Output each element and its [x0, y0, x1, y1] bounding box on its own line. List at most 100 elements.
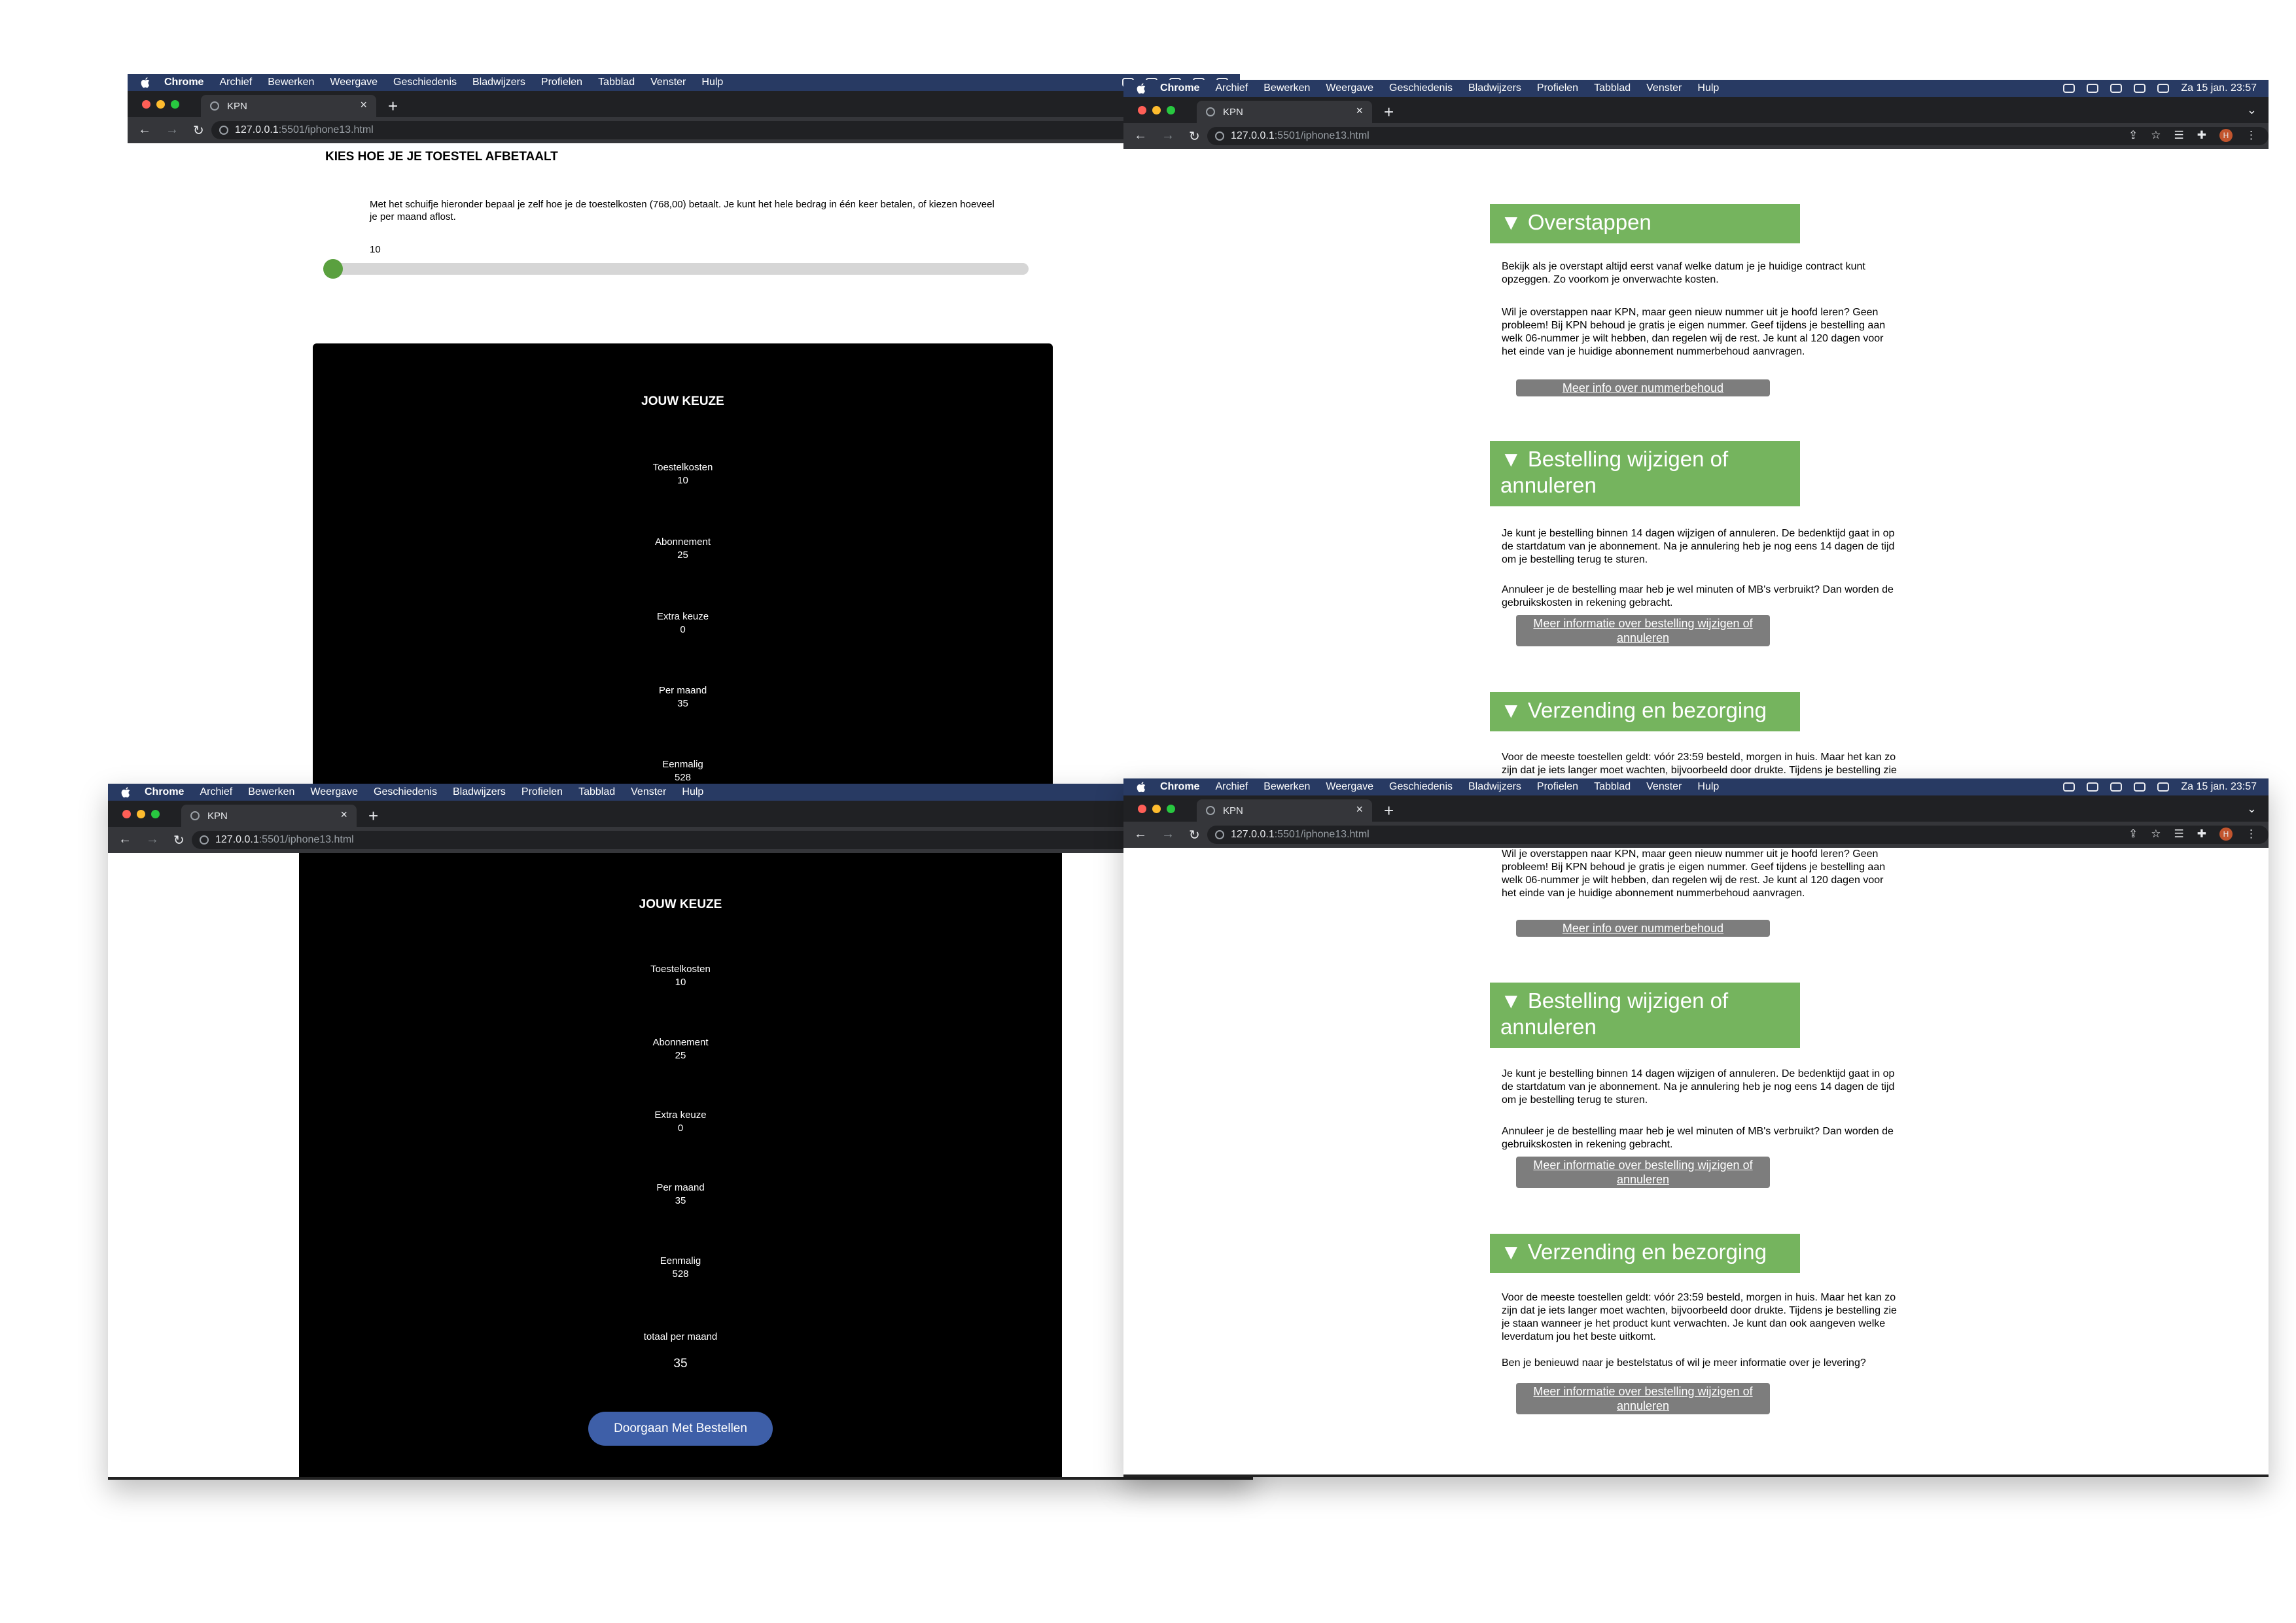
bestelling-header[interactable]: ▼ Bestelling wijzigen of annuleren	[1490, 441, 1800, 506]
overstappen-header[interactable]: ▼ Overstappen	[1490, 204, 1800, 243]
menu-venster[interactable]: Venster	[1646, 82, 1682, 94]
close-window-icon[interactable]	[142, 100, 150, 109]
new-tab-icon[interactable]: +	[388, 97, 398, 114]
menu-profielen[interactable]: Profielen	[541, 77, 582, 88]
forward-icon[interactable]: →	[1161, 827, 1174, 843]
menu-tabblad[interactable]: Tabblad	[578, 786, 615, 798]
menu-profielen[interactable]: Profielen	[1537, 781, 1578, 793]
share-icon[interactable]: ⇪	[2128, 129, 2138, 142]
address-bar[interactable]: 127.0.0.1:5501/iphone13.html ⇪ ☆ ☰ ✚ H ⋮	[1207, 127, 2269, 145]
menu-weergave[interactable]: Weergave	[310, 786, 358, 798]
reload-icon[interactable]: ↻	[1189, 827, 1200, 843]
verzending-info-button[interactable]: Meer informatie over bestelling wijzigen…	[1516, 1383, 1770, 1414]
extension-icon[interactable]: ☰	[2174, 828, 2184, 841]
menu-geschiedenis[interactable]: Geschiedenis	[1389, 781, 1453, 793]
menu-bladwijzers[interactable]: Bladwijzers	[1468, 82, 1521, 94]
menu-app-name[interactable]: Chrome	[1160, 82, 1199, 94]
menu-geschiedenis[interactable]: Geschiedenis	[393, 77, 457, 88]
puzzle-extensions-icon[interactable]: ✚	[2197, 129, 2206, 142]
close-tab-icon[interactable]: ×	[1356, 803, 1363, 816]
minimize-window-icon[interactable]	[1152, 805, 1161, 813]
bookmark-star-icon[interactable]: ☆	[2151, 828, 2161, 841]
nummerbehoud-button[interactable]: Meer info over nummerbehoud	[1516, 379, 1770, 396]
new-tab-icon[interactable]: +	[1384, 103, 1394, 120]
menu-weergave[interactable]: Weergave	[1326, 82, 1373, 94]
verzending-header[interactable]: ▼ Verzending en bezorging	[1490, 1234, 1800, 1273]
menu-tabblad[interactable]: Tabblad	[598, 77, 635, 88]
close-window-icon[interactable]	[1138, 805, 1146, 813]
apple-icon[interactable]	[1137, 782, 1151, 792]
close-window-icon[interactable]	[1138, 106, 1146, 114]
close-tab-icon[interactable]: ×	[360, 98, 367, 112]
browser-tab[interactable]: KPN ×	[1197, 101, 1372, 123]
back-icon[interactable]: ←	[138, 122, 151, 139]
address-bar[interactable]: 127.0.0.1:5501/iphone13.html ⇪ ☆ ☰	[211, 121, 1240, 139]
dropbox-icon[interactable]	[2063, 84, 2075, 93]
menu-hulp[interactable]: Hulp	[1697, 82, 1719, 94]
close-tab-icon[interactable]: ×	[1356, 104, 1363, 118]
menu-archief[interactable]: Archief	[200, 786, 232, 798]
back-icon[interactable]: ←	[118, 832, 132, 848]
menu-weergave[interactable]: Weergave	[1326, 781, 1373, 793]
menu-bladwijzers[interactable]: Bladwijzers	[1468, 781, 1521, 793]
payment-slider-track[interactable]	[325, 263, 1029, 275]
menu-hulp[interactable]: Hulp	[1697, 781, 1719, 793]
tab-search-chevron-icon[interactable]: ⌄	[2247, 103, 2257, 117]
menu-tabblad[interactable]: Tabblad	[1594, 781, 1631, 793]
browser-tab[interactable]: KPN ×	[201, 95, 376, 117]
extension-icon[interactable]: ☰	[2174, 129, 2184, 142]
kebab-menu-icon[interactable]: ⋮	[2246, 828, 2257, 841]
bestelling-info-button[interactable]: Meer informatie over bestelling wijzigen…	[1516, 1157, 1770, 1188]
battery-icon[interactable]	[2110, 84, 2123, 93]
menu-profielen[interactable]: Profielen	[521, 786, 563, 798]
doorgaan-bestellen-button[interactable]: Doorgaan Met Bestellen	[588, 1412, 773, 1446]
menu-archief[interactable]: Archief	[219, 77, 252, 88]
menu-app-name[interactable]: Chrome	[145, 786, 184, 798]
zoom-window-icon[interactable]	[1167, 805, 1175, 813]
forward-icon[interactable]: →	[146, 832, 159, 848]
menubar-clock[interactable]: Za 15 jan. 23:57	[2181, 781, 2257, 793]
kebab-menu-icon[interactable]: ⋮	[2246, 129, 2257, 142]
zoom-window-icon[interactable]	[151, 810, 160, 818]
back-icon[interactable]: ←	[1134, 827, 1147, 843]
apple-icon[interactable]	[141, 77, 155, 88]
info-icon[interactable]	[219, 126, 228, 135]
menu-archief[interactable]: Archief	[1215, 82, 1248, 94]
menubar-clock[interactable]: Za 15 jan. 23:57	[2181, 82, 2257, 94]
bestelling-header[interactable]: ▼ Bestelling wijzigen of annuleren	[1490, 983, 1800, 1048]
apple-icon[interactable]	[1137, 83, 1151, 94]
bookmark-star-icon[interactable]: ☆	[2151, 129, 2161, 142]
apple-icon[interactable]	[121, 787, 135, 797]
reload-icon[interactable]: ↻	[193, 122, 204, 139]
menu-bladwijzers[interactable]: Bladwijzers	[453, 786, 506, 798]
zoom-window-icon[interactable]	[1167, 106, 1175, 114]
menu-bewerken[interactable]: Bewerken	[248, 786, 294, 798]
search-icon[interactable]	[2157, 782, 2170, 792]
tab-search-chevron-icon[interactable]: ⌄	[2247, 802, 2257, 816]
info-icon[interactable]	[1215, 131, 1224, 141]
minimize-window-icon[interactable]	[156, 100, 165, 109]
address-bar[interactable]: 127.0.0.1:5501/iphone13.html ⇪ ☆ ☰	[192, 831, 1253, 849]
menu-weergave[interactable]: Weergave	[330, 77, 378, 88]
profile-avatar[interactable]: H	[2219, 828, 2233, 841]
menu-geschiedenis[interactable]: Geschiedenis	[1389, 82, 1453, 94]
menu-bladwijzers[interactable]: Bladwijzers	[472, 77, 525, 88]
menu-hulp[interactable]: Hulp	[701, 77, 723, 88]
payment-slider-thumb[interactable]	[323, 259, 343, 279]
new-tab-icon[interactable]: +	[368, 807, 378, 824]
minimize-window-icon[interactable]	[1152, 106, 1161, 114]
info-icon[interactable]	[200, 835, 209, 845]
browser-tab[interactable]: KPN ×	[1197, 799, 1372, 822]
browser-tab[interactable]: KPN ×	[181, 805, 357, 827]
creative-cloud-icon[interactable]	[2087, 782, 2099, 792]
menu-archief[interactable]: Archief	[1215, 781, 1248, 793]
search-icon[interactable]	[2157, 84, 2170, 93]
share-icon[interactable]: ⇪	[2128, 828, 2138, 841]
menu-hulp[interactable]: Hulp	[682, 786, 703, 798]
verzending-header[interactable]: ▼ Verzending en bezorging	[1490, 692, 1800, 731]
puzzle-extensions-icon[interactable]: ✚	[2197, 828, 2206, 841]
battery-icon[interactable]	[2110, 782, 2123, 792]
menu-bewerken[interactable]: Bewerken	[1263, 82, 1310, 94]
reload-icon[interactable]: ↻	[173, 832, 185, 848]
minimize-window-icon[interactable]	[137, 810, 145, 818]
